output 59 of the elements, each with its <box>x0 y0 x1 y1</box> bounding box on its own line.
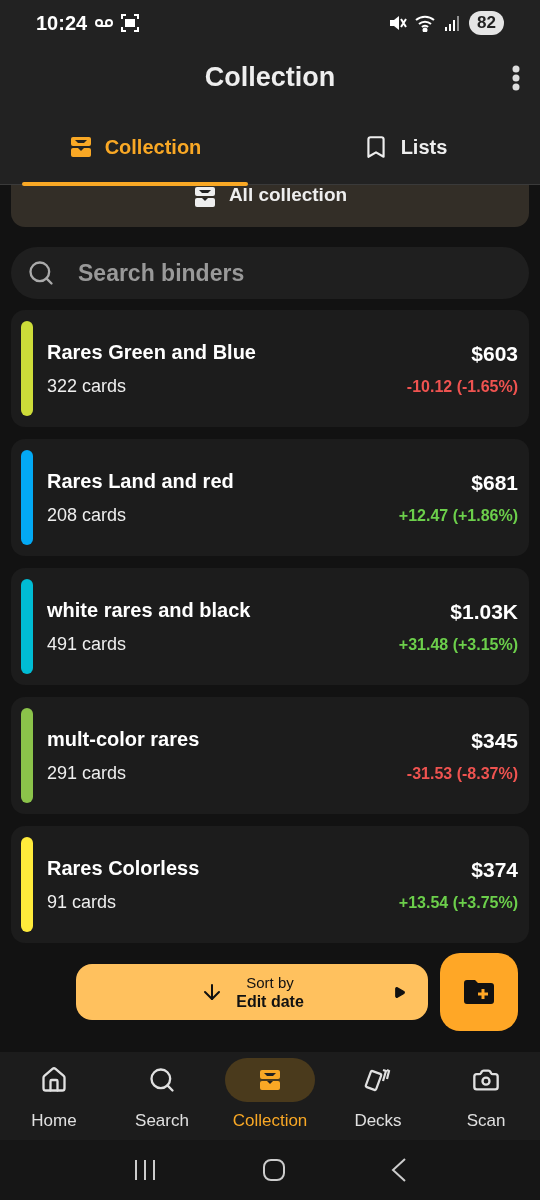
search-field[interactable]: Search binders <box>11 247 529 299</box>
nav-item[interactable]: Decks <box>324 1052 432 1140</box>
back-icon[interactable] <box>391 1158 408 1182</box>
drawer-icon <box>68 135 93 159</box>
value-change: +12.47 (+1.86%) <box>398 506 518 527</box>
binder-name: Rares Land and red <box>47 469 235 494</box>
search-icon <box>148 1066 176 1094</box>
recent-apps-icon[interactable] <box>132 1159 157 1181</box>
binder-card[interactable]: mult-color rares 291 cards $345 -31.53 (-8.37%) <box>11 697 529 814</box>
binder-value: $603 <box>471 340 518 367</box>
card-count: 491 cards <box>47 633 128 656</box>
mute-icon <box>389 13 408 32</box>
value-change: -31.53 (-8.37%) <box>406 764 518 785</box>
value-change: +31.48 (+3.15%) <box>398 635 518 656</box>
drawer-icon <box>192 185 217 209</box>
add-folder-button[interactable] <box>440 953 518 1031</box>
screenshot-icon <box>121 13 140 32</box>
more-icon <box>512 65 520 91</box>
nav-item[interactable]: Scan <box>432 1052 540 1140</box>
screen-title: Collection <box>204 61 336 95</box>
signal-icon <box>445 14 462 31</box>
voicemail-icon <box>95 17 114 28</box>
binder-card[interactable]: Rares Colorless 91 cards $374 +13.54 (+3.75%) <box>11 826 529 943</box>
search-icon <box>27 259 55 287</box>
binder-value: $681 <box>471 469 518 496</box>
card-count: 322 cards <box>47 375 128 398</box>
tab[interactable]: Collection <box>0 110 270 184</box>
binder-card[interactable]: Rares Land and red 208 cards $681 +12.47 (+1.86%) <box>11 439 529 556</box>
sort-label: Sort by <box>246 973 294 992</box>
card-count: 91 cards <box>47 891 118 914</box>
value-change: +13.54 (+3.75%) <box>398 893 518 914</box>
nav-item[interactable]: Collection <box>216 1052 324 1140</box>
status-time: 10:24 <box>36 10 88 36</box>
folder-plus-icon <box>464 980 494 1004</box>
drawer-icon <box>258 1068 282 1092</box>
caret-icon <box>393 985 406 999</box>
binder-name: white rares and black <box>47 598 252 623</box>
nav-item[interactable]: Search <box>108 1052 216 1140</box>
binder-card[interactable]: white rares and black 491 cards $1.03K +31.48 (+3.15%) <box>11 568 529 685</box>
more-button[interactable] <box>512 65 520 91</box>
home-button-icon[interactable] <box>262 1158 286 1182</box>
cards-icon <box>364 1066 392 1094</box>
home-icon <box>40 1066 68 1094</box>
value-change: -10.12 (-1.65%) <box>406 377 518 398</box>
binder-value: $1.03K <box>450 598 518 625</box>
battery-level: 82 <box>469 10 504 35</box>
card-count: 208 cards <box>47 504 128 527</box>
binder-name: Rares Green and Blue <box>47 340 257 365</box>
binder-name: mult-color rares <box>47 727 201 752</box>
binder-value: $374 <box>471 856 518 883</box>
nav-item[interactable]: Home <box>0 1052 108 1140</box>
sort-value: Edit date <box>236 992 304 1011</box>
sort-button[interactable]: Sort by Edit date <box>76 964 428 1020</box>
binder-name: Rares Colorless <box>47 856 201 881</box>
all-collection-button[interactable]: All collection <box>11 185 529 227</box>
card-count: 291 cards <box>47 762 128 785</box>
binder-value: $345 <box>471 727 518 754</box>
binder-card[interactable]: Rares Green and Blue 322 cards $603 -10.12 (-1.65%) <box>11 310 529 427</box>
tab[interactable]: Lists <box>270 110 540 184</box>
